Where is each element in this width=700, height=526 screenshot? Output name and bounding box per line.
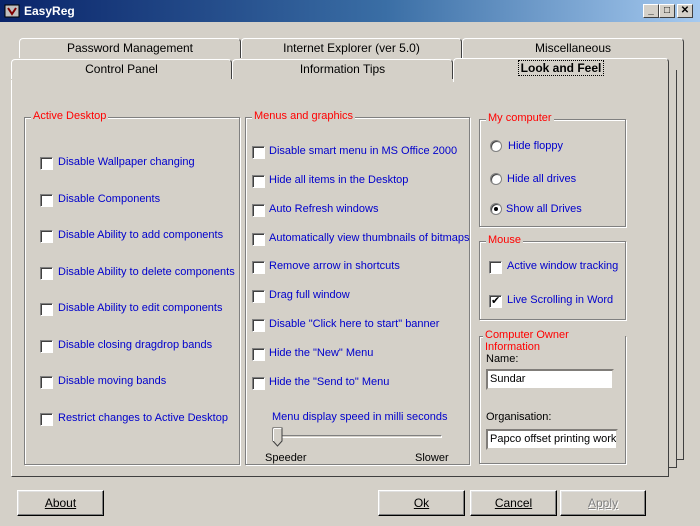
- slider-thumb[interactable]: [272, 427, 284, 447]
- checkbox-hide-new-menu[interactable]: [252, 348, 265, 361]
- organisation-input[interactable]: Papco offset printing work: [486, 429, 618, 450]
- organisation-label: Organisation:: [486, 411, 552, 423]
- owner-info-title: Computer Owner Information: [483, 329, 625, 353]
- menus-graphics-title: Menus and graphics: [252, 110, 356, 122]
- label-disable-closing-bands[interactable]: Disable closing dragdrop bands: [58, 339, 212, 351]
- label-restrict-changes[interactable]: Restrict changes to Active Desktop: [58, 412, 228, 424]
- checkbox-disable-add-components[interactable]: [40, 230, 53, 243]
- radio-hide-all-drives[interactable]: [490, 173, 502, 185]
- tab-look-and-feel[interactable]: Look and Feel: [453, 58, 669, 82]
- label-disable-components[interactable]: Disable Components: [58, 193, 160, 205]
- my-computer-title: My computer: [486, 112, 554, 124]
- slider-label: Menu display speed in milli seconds: [272, 411, 448, 423]
- label-auto-refresh[interactable]: Auto Refresh windows: [269, 203, 378, 215]
- label-hide-sendto-menu[interactable]: Hide the "Send to" Menu: [269, 376, 389, 388]
- label-show-all-drives[interactable]: Show all Drives: [506, 203, 582, 215]
- radio-show-all-drives[interactable]: [490, 203, 502, 215]
- slider-min-label: Speeder: [265, 452, 307, 464]
- mouse-group: Mouse: [479, 234, 626, 320]
- checkbox-live-scrolling[interactable]: [489, 294, 502, 308]
- tab-miscellaneous[interactable]: Miscellaneous: [462, 38, 684, 58]
- app-icon: [4, 4, 20, 18]
- minimize-button[interactable]: _: [643, 4, 659, 18]
- label-disable-edit-components[interactable]: Disable Ability to edit components: [58, 302, 222, 314]
- checkbox-hide-sendto-menu[interactable]: [252, 377, 265, 390]
- ok-button[interactable]: Ok: [378, 490, 465, 516]
- slider-track[interactable]: [274, 435, 442, 438]
- checkbox-disable-closing-bands[interactable]: [40, 340, 53, 353]
- checkbox-disable-delete-components[interactable]: [40, 267, 53, 280]
- label-live-scrolling[interactable]: Live Scrolling in Word: [507, 294, 613, 306]
- checkbox-disable-components[interactable]: [40, 194, 53, 207]
- checkbox-disable-smart-menu[interactable]: [252, 146, 265, 159]
- label-active-window-tracking[interactable]: Active window tracking: [507, 260, 618, 272]
- tab-password-management[interactable]: Password Management: [19, 38, 241, 58]
- label-disable-add-components[interactable]: Disable Ability to add components: [58, 229, 223, 241]
- radio-hide-floppy[interactable]: [490, 140, 502, 152]
- label-remove-arrow[interactable]: Remove arrow in shortcuts: [269, 260, 400, 272]
- active-desktop-title: Active Desktop: [31, 110, 109, 122]
- apply-button[interactable]: Apply: [560, 490, 646, 516]
- tab-information-tips[interactable]: Information Tips: [232, 59, 453, 79]
- tab-control-panel[interactable]: Control Panel: [11, 59, 232, 79]
- checkbox-view-thumbnails[interactable]: [252, 233, 265, 246]
- slider-max-label: Slower: [415, 452, 449, 464]
- name-label: Name:: [486, 353, 519, 365]
- checkbox-disable-edit-components[interactable]: [40, 303, 53, 316]
- mouse-title: Mouse: [486, 234, 524, 246]
- checkbox-active-window-tracking[interactable]: [489, 261, 502, 274]
- label-view-thumbnails[interactable]: Automatically view thumbnails of bitmaps: [269, 232, 470, 244]
- window-title: EasyReg: [24, 4, 75, 18]
- tab-internet-explorer[interactable]: Internet Explorer (ver 5.0): [241, 38, 462, 58]
- cancel-button[interactable]: Cancel: [470, 490, 557, 516]
- label-hide-all-drives[interactable]: Hide all drives: [507, 173, 576, 185]
- label-hide-floppy[interactable]: Hide floppy: [508, 140, 563, 152]
- title-bar: [0, 0, 700, 22]
- checkbox-disable-start-banner[interactable]: [252, 319, 265, 332]
- label-drag-full-window[interactable]: Drag full window: [269, 289, 350, 301]
- name-input[interactable]: Sundar: [486, 369, 614, 390]
- checkbox-hide-desktop-items[interactable]: [252, 175, 265, 188]
- maximize-button[interactable]: □: [659, 4, 675, 18]
- label-disable-wallpaper[interactable]: Disable Wallpaper changing: [58, 156, 195, 168]
- label-disable-start-banner[interactable]: Disable "Click here to start" banner: [269, 318, 439, 330]
- about-button[interactable]: About: [17, 490, 104, 516]
- label-hide-new-menu[interactable]: Hide the "New" Menu: [269, 347, 373, 359]
- checkbox-disable-wallpaper[interactable]: [40, 157, 53, 170]
- checkbox-auto-refresh[interactable]: [252, 204, 265, 217]
- checkbox-disable-moving-bands[interactable]: [40, 376, 53, 389]
- close-button[interactable]: ✕: [677, 4, 693, 18]
- checkbox-restrict-changes[interactable]: [40, 413, 53, 426]
- checkbox-remove-arrow[interactable]: [252, 261, 265, 274]
- label-hide-desktop-items[interactable]: Hide all items in the Desktop: [269, 174, 408, 186]
- label-disable-smart-menu[interactable]: Disable smart menu in MS Office 2000: [269, 145, 457, 157]
- label-disable-moving-bands[interactable]: Disable moving bands: [58, 375, 166, 387]
- label-disable-delete-components[interactable]: Disable Ability to delete components: [58, 266, 235, 278]
- checkbox-drag-full-window[interactable]: [252, 290, 265, 303]
